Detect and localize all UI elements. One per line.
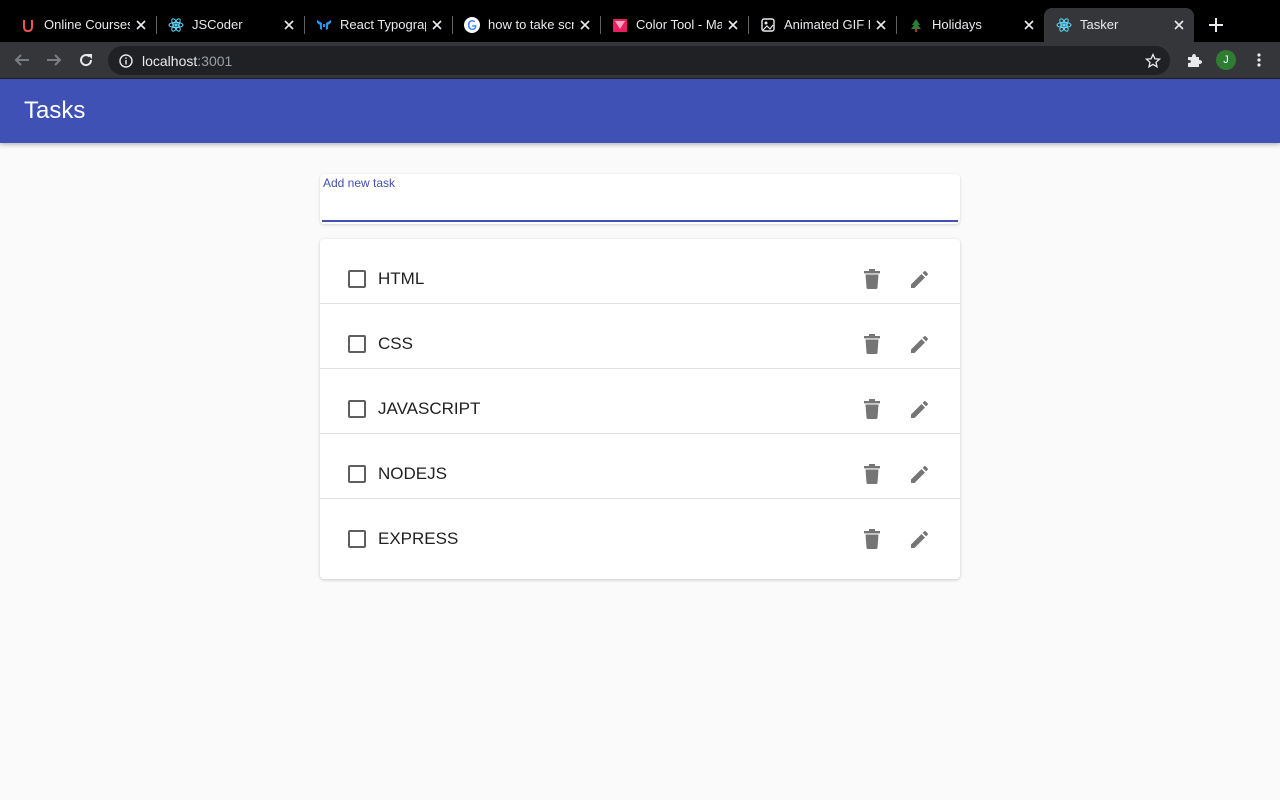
- edit-button[interactable]: [908, 332, 932, 356]
- tab-title: how to take screenshot: [488, 17, 574, 32]
- browser-tab[interactable]: Holidays: [896, 8, 1044, 42]
- profile-avatar[interactable]: J: [1216, 50, 1236, 70]
- edit-icon: [911, 271, 928, 288]
- edit-button[interactable]: [908, 267, 932, 291]
- close-icon[interactable]: [280, 16, 298, 34]
- edit-button[interactable]: [908, 397, 932, 421]
- url-text: localhost:3001: [142, 53, 232, 69]
- task-label: NODEJS: [378, 464, 447, 483]
- extensions-button[interactable]: [1184, 50, 1204, 70]
- close-icon[interactable]: [428, 16, 446, 34]
- browser-tab[interactable]: Animated GIF Maker: [748, 8, 897, 42]
- task-item: EXPRESS: [320, 499, 960, 564]
- tab-title: React Typography: [340, 17, 426, 32]
- task-item: HTML: [320, 239, 960, 304]
- tab-title: JSCoder: [192, 17, 243, 32]
- add-task-input[interactable]: [322, 192, 958, 220]
- task-label: JAVASCRIPT: [378, 399, 481, 418]
- delete-icon: [864, 334, 880, 354]
- task-item: CSS: [320, 304, 960, 369]
- browser-tab[interactable]: Color Tool - Material: [600, 8, 749, 42]
- tab-title: Animated GIF Maker: [784, 17, 870, 32]
- delete-button[interactable]: [860, 332, 884, 356]
- holidays-icon: [908, 17, 924, 33]
- puzzle-icon: [1188, 54, 1202, 67]
- task-item: JAVASCRIPT: [320, 369, 960, 434]
- arrow-left-icon: [14, 54, 29, 66]
- reload-button[interactable]: [76, 50, 96, 70]
- udemy-icon: [20, 17, 36, 33]
- mui-icon: [316, 17, 332, 33]
- delete-icon: [864, 464, 880, 484]
- close-icon[interactable]: [1170, 16, 1188, 34]
- add-task-label: Add new task: [323, 176, 396, 190]
- browser-toolbar: localhost:3001 J: [0, 42, 1280, 79]
- edit-icon: [911, 401, 928, 418]
- close-icon[interactable]: [724, 16, 742, 34]
- add-task-field: Add new task: [320, 174, 960, 224]
- task-checkbox[interactable]: [348, 400, 366, 418]
- app-bar: Tasks: [0, 79, 1280, 143]
- browser-tab-strip: Online Courses JSCoder React Typography …: [0, 0, 1280, 42]
- delete-button[interactable]: [860, 397, 884, 421]
- tab-title: Online Courses: [44, 17, 130, 32]
- google-icon: [464, 17, 480, 33]
- close-icon[interactable]: [576, 16, 594, 34]
- task-item: NODEJS: [320, 434, 960, 499]
- more-vert-icon: [1257, 53, 1261, 67]
- close-icon[interactable]: [872, 16, 890, 34]
- delete-button[interactable]: [860, 267, 884, 291]
- menu-button[interactable]: [1249, 50, 1269, 70]
- new-tab-button[interactable]: [1205, 14, 1227, 36]
- delete-button[interactable]: [860, 527, 884, 551]
- close-icon[interactable]: [1020, 16, 1038, 34]
- browser-tab[interactable]: how to take screenshot: [452, 8, 601, 42]
- reload-icon: [80, 54, 93, 67]
- task-label: CSS: [378, 334, 413, 353]
- delete-icon: [864, 399, 880, 419]
- react-icon: [1056, 17, 1072, 33]
- forward-button[interactable]: [44, 50, 64, 70]
- edit-button[interactable]: [908, 527, 932, 551]
- react-icon: [168, 17, 184, 33]
- tab-title: Tasker: [1080, 17, 1119, 32]
- task-list: HTML CSS JAVASCRIPT NODEJS EXPRESS: [320, 239, 960, 579]
- edit-button[interactable]: [908, 462, 932, 486]
- edit-icon: [911, 336, 928, 353]
- color-tool-icon: [612, 17, 628, 33]
- task-checkbox[interactable]: [348, 335, 366, 353]
- edit-icon: [911, 466, 928, 483]
- browser-tab[interactable]: React Typography: [304, 8, 453, 42]
- bookmark-star-icon[interactable]: [1144, 52, 1162, 70]
- gif-icon: [760, 17, 776, 33]
- tab-title: Color Tool - Material: [636, 17, 722, 32]
- input-underline: [322, 220, 958, 222]
- task-checkbox[interactable]: [348, 530, 366, 548]
- url-port: :3001: [197, 53, 233, 69]
- tab-title: Holidays: [932, 17, 982, 32]
- browser-tab[interactable]: JSCoder: [156, 8, 305, 42]
- info-icon[interactable]: [118, 53, 134, 69]
- delete-button[interactable]: [860, 462, 884, 486]
- back-button[interactable]: [12, 50, 32, 70]
- task-checkbox[interactable]: [348, 465, 366, 483]
- page-title: Tasks: [24, 97, 86, 124]
- delete-icon: [864, 269, 880, 289]
- browser-tab-active[interactable]: Tasker: [1044, 8, 1194, 42]
- close-icon[interactable]: [132, 16, 150, 34]
- arrow-right-icon: [47, 54, 62, 66]
- task-label: HTML: [378, 269, 425, 288]
- browser-tab[interactable]: Online Courses: [8, 8, 157, 42]
- edit-icon: [911, 531, 928, 548]
- url-host: localhost: [142, 53, 198, 69]
- task-checkbox[interactable]: [348, 270, 366, 288]
- task-label: EXPRESS: [378, 529, 459, 548]
- delete-icon: [864, 529, 880, 549]
- address-bar[interactable]: localhost:3001: [108, 46, 1170, 75]
